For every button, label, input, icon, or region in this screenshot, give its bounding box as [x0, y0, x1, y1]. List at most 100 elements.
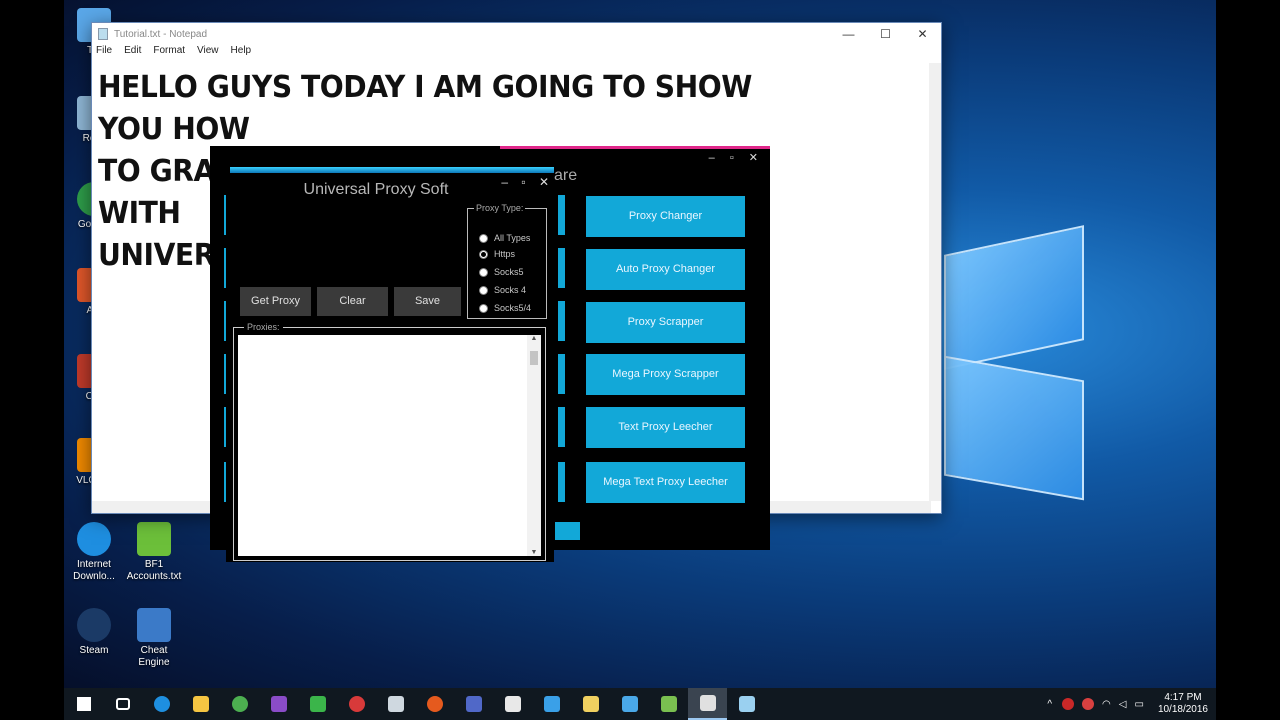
radio-https[interactable]: Https: [479, 249, 515, 259]
taskbar-jd[interactable]: [298, 688, 337, 720]
taskbar: ^ ◠ ◁ ▭ 4:17 PM 10/18/2016: [64, 688, 1216, 720]
desktop-icon-label: BF1 Accounts.txt: [126, 559, 182, 582]
taskbar-sketch[interactable]: [532, 688, 571, 720]
side-tab[interactable]: [558, 354, 565, 394]
taskbar-paint[interactable]: [376, 688, 415, 720]
desktop-icon-bf1-accounts[interactable]: BF1 Accounts.txt: [124, 522, 184, 583]
notepad-icon: [98, 28, 108, 40]
radio-label: Socks5: [494, 267, 524, 277]
ccleaner-icon: [426, 696, 443, 712]
radio-all-types[interactable]: All Types: [479, 233, 530, 243]
date: 10/18/2016: [1157, 704, 1208, 715]
radio-socks4[interactable]: Socks 4: [479, 285, 526, 295]
proxy-changer-button[interactable]: Proxy Changer: [586, 196, 745, 237]
taskbar-plane[interactable]: [610, 688, 649, 720]
time: 4:17 PM: [1164, 692, 1202, 703]
steam-icon: [77, 608, 111, 642]
taskbar-active-window[interactable]: [688, 688, 727, 720]
radio-icon: [479, 285, 488, 295]
taskbar-notepad[interactable]: [727, 688, 766, 720]
scroll-down-icon[interactable]: ▼: [527, 549, 541, 556]
taskbar-dexpot[interactable]: [454, 688, 493, 720]
taskbar-chrome[interactable]: [220, 688, 259, 720]
radio-icon: [479, 233, 488, 243]
txt-icon: [660, 696, 677, 712]
side-tab[interactable]: [555, 522, 580, 540]
get-proxy-button[interactable]: Get Proxy: [240, 287, 311, 316]
taskbar-notes[interactable]: [571, 688, 610, 720]
idm-icon: [77, 522, 111, 556]
start-button[interactable]: [64, 688, 103, 720]
vertical-scrollbar[interactable]: [929, 63, 941, 501]
desktop-icon-label: Steam: [79, 645, 109, 656]
taskbar-explorer[interactable]: [181, 688, 220, 720]
text-line: HELLO GUYS TODAY I AM GOING TO SHOW YOU …: [98, 70, 752, 147]
notepad-title: Tutorial.txt - Notepad: [114, 28, 208, 40]
save-button[interactable]: Save: [394, 287, 461, 316]
proxy-window-controls[interactable]: – ▫ ✕: [501, 175, 554, 189]
proxy-tools-title: are: [554, 167, 578, 184]
desktop-icon-cheat-engine[interactable]: Cheat Engine: [124, 608, 184, 669]
window-accent-bar: [230, 167, 554, 173]
proxy-scrapper-button[interactable]: Proxy Scrapper: [586, 302, 745, 343]
side-tab[interactable]: [558, 462, 565, 502]
menu-edit[interactable]: Edit: [124, 45, 141, 61]
proxies-textbox[interactable]: ▲ ▼: [238, 335, 541, 556]
mega-text-proxy-leecher-button[interactable]: Mega Text Proxy Leecher: [586, 462, 745, 503]
notepad-titlebar[interactable]: Tutorial.txt - Notepad: [92, 23, 941, 45]
radio-icon: [479, 267, 488, 277]
side-tab[interactable]: [558, 301, 565, 341]
message-icon[interactable]: ▭: [1134, 699, 1143, 710]
dexpot-icon: [465, 696, 482, 712]
proxies-group: Proxies: ▲ ▼: [233, 322, 546, 561]
edge-icon: [153, 696, 170, 712]
taskbar-tool[interactable]: [493, 688, 532, 720]
red-app-icon: [348, 696, 365, 712]
auto-proxy-changer-button[interactable]: Auto Proxy Changer: [586, 249, 745, 290]
proxies-scrollbar[interactable]: ▲ ▼: [527, 335, 541, 556]
taskbar-red-app[interactable]: [337, 688, 376, 720]
antivirus-icon[interactable]: [1062, 698, 1075, 710]
proxy-tools-window-controls[interactable]: – ▫ ✕: [709, 151, 764, 164]
task-view-button[interactable]: [103, 688, 142, 720]
explorer-icon: [192, 696, 209, 712]
network-icon[interactable]: ◠: [1102, 699, 1111, 710]
cheat-engine-icon: [137, 608, 171, 642]
text-proxy-leecher-button[interactable]: Text Proxy Leecher: [586, 407, 745, 448]
radio-socks5[interactable]: Socks5: [479, 267, 524, 277]
paint-icon: [387, 696, 404, 712]
proxy-type-legend: Proxy Type:: [474, 203, 526, 213]
side-tab[interactable]: [558, 248, 565, 288]
task-view-icon: [115, 698, 130, 710]
radio-icon: [479, 303, 488, 313]
scroll-thumb[interactable]: [530, 351, 538, 365]
maximize-button[interactable]: ☐: [867, 23, 904, 45]
volume-icon[interactable]: ◁: [1119, 699, 1127, 710]
taskbar-txt[interactable]: [649, 688, 688, 720]
proxy-type-group: Proxy Type: All Types Https Socks5 Socks…: [467, 203, 547, 319]
clock[interactable]: 4:17 PM 10/18/2016: [1158, 692, 1208, 716]
desktop-icon-steam[interactable]: Steam: [64, 608, 124, 657]
scroll-up-icon[interactable]: ▲: [527, 335, 541, 342]
radio-label: All Types: [494, 233, 531, 243]
tool-icon: [504, 696, 521, 712]
chevron-up-icon[interactable]: ^: [1047, 699, 1052, 710]
antivirus2-icon[interactable]: [1082, 698, 1095, 710]
proxy-window-title: Universal Proxy Soft: [303, 181, 449, 198]
radio-socks5-4[interactable]: Socks5/4: [479, 303, 531, 313]
menu-format[interactable]: Format: [153, 45, 185, 61]
radio-label: Socks 4: [494, 285, 527, 295]
menu-view[interactable]: View: [197, 45, 219, 61]
menu-file[interactable]: File: [96, 45, 112, 61]
side-tab[interactable]: [558, 407, 565, 447]
menu-help[interactable]: Help: [231, 45, 252, 61]
minimize-button[interactable]: —: [830, 23, 867, 45]
taskbar-edge[interactable]: [142, 688, 181, 720]
desktop-icon-internet-download[interactable]: Internet Downlo...: [64, 522, 124, 583]
close-button[interactable]: ✕: [904, 23, 941, 45]
clear-button[interactable]: Clear: [317, 287, 388, 316]
taskbar-ccleaner[interactable]: [415, 688, 454, 720]
taskbar-visual-studio[interactable]: [259, 688, 298, 720]
side-tab[interactable]: [558, 195, 565, 235]
mega-proxy-scrapper-button[interactable]: Mega Proxy Scrapper: [586, 354, 745, 395]
